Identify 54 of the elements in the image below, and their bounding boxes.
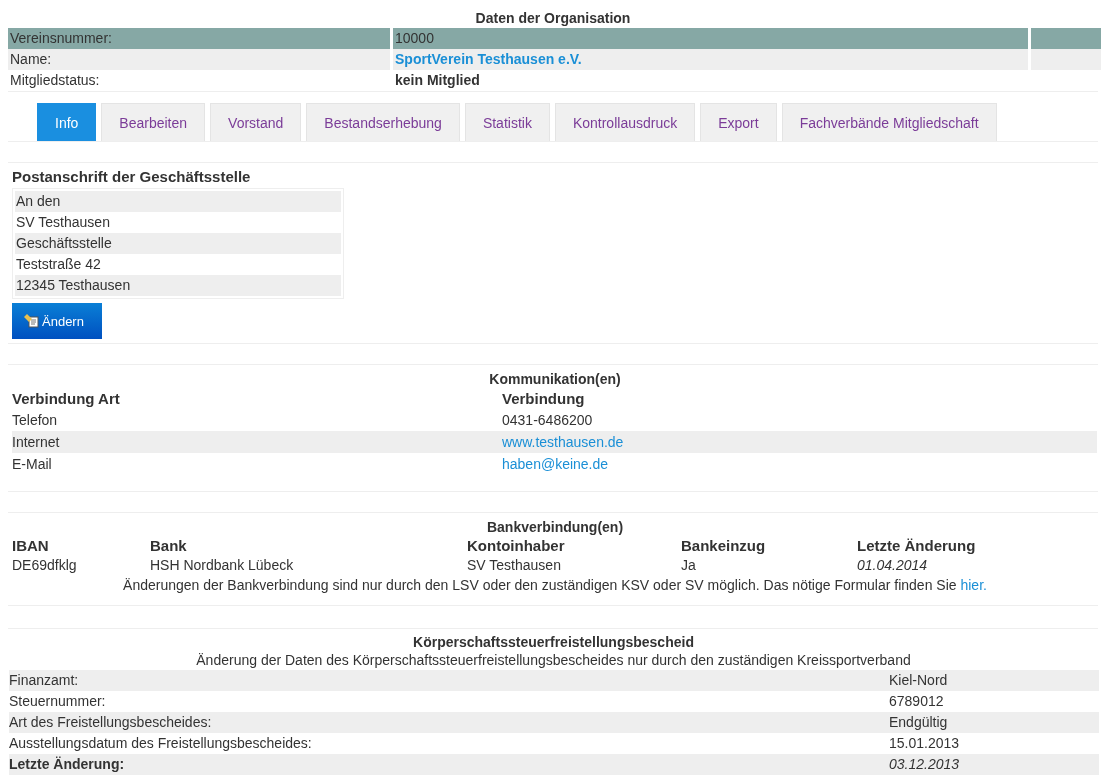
tab[interactable]: Vorstand bbox=[210, 103, 302, 141]
section-subtitle: Änderung der Daten des Körperschaftssteuerfreistellungsbescheides nur durch den zuständigen Kreissportverband bbox=[195, 651, 912, 670]
edit-document-icon bbox=[24, 314, 39, 328]
field-label: Ausstellungsdatum des Freistellungsbescheides: bbox=[9, 734, 313, 753]
table-cell-text: Ja bbox=[681, 556, 697, 575]
field-label: Vereinsnummer: bbox=[8, 28, 390, 49]
table-cell-text: Telefon bbox=[12, 411, 59, 430]
empty-cell bbox=[1031, 49, 1101, 70]
field-value: Kiel-Nord bbox=[889, 670, 1099, 691]
tab[interactable]: Bearbeiten bbox=[101, 103, 206, 141]
form-link[interactable]: hier. bbox=[960, 577, 987, 593]
field-label: Art des Freistellungsbescheides: bbox=[9, 712, 889, 733]
address-line: Teststraße 42 bbox=[15, 255, 102, 274]
field-value: kein Mitglied bbox=[394, 71, 481, 90]
column-header: Bank bbox=[150, 537, 188, 555]
column-header: Verbindung bbox=[502, 389, 586, 409]
field-value: 15.01.2013 bbox=[889, 734, 961, 753]
field-value: 10000 bbox=[393, 28, 1028, 49]
section-title: Daten der Organisation bbox=[474, 9, 632, 28]
table-cell-text: 01.04.2014 bbox=[857, 556, 929, 575]
field-value: 6789012 bbox=[889, 692, 945, 711]
field-label: Letzte Änderung: bbox=[9, 754, 889, 775]
edit-button[interactable]: Ändern bbox=[12, 303, 102, 339]
column-header: Kontoinhaber bbox=[467, 537, 566, 555]
tab[interactable]: Kontrollausdruck bbox=[554, 103, 696, 141]
table-cell-text: SV Testhausen bbox=[467, 556, 562, 575]
section-title: Körperschaftssteuerfreistellungsbescheid bbox=[412, 633, 695, 651]
field-label: Mitgliedstatus: bbox=[9, 71, 101, 90]
contact-link[interactable]: haben@keine.de bbox=[502, 456, 609, 472]
column-header: IBAN bbox=[12, 537, 50, 555]
table-cell-text: 0431-6486200 bbox=[502, 411, 594, 430]
column-header: Verbindung Art bbox=[12, 389, 121, 409]
field-label: Steuernummer: bbox=[9, 692, 107, 711]
section-title: Kommunikation(en) bbox=[488, 370, 622, 389]
table-cell-text: E-Mail bbox=[12, 455, 53, 474]
table-cell: Internet bbox=[12, 431, 502, 453]
field-value: 03.12.2013 bbox=[889, 754, 1099, 775]
tab[interactable]: Statistik bbox=[464, 103, 550, 141]
address-line: SV Testhausen bbox=[15, 213, 111, 232]
table-cell-text: HSH Nordbank Lübeck bbox=[150, 556, 295, 575]
column-header: Letzte Änderung bbox=[857, 537, 977, 555]
table-cell-text: DE69dfklg bbox=[12, 556, 78, 575]
column-header: Bankeinzug bbox=[681, 537, 767, 555]
tab[interactable]: Export bbox=[700, 103, 777, 141]
field-value: Endgültig bbox=[889, 712, 1099, 733]
tab[interactable]: Fachverbände Mitgliedschaft bbox=[781, 103, 997, 141]
field-label: Name: bbox=[8, 49, 390, 70]
info-text: Änderungen der Bankverbindung sind nur durch den LSV oder den zuständigen KSV oder SV möglich. Das nötige Formular finden Sie hier. bbox=[122, 576, 988, 595]
section-title: Postanschrift der Geschäftsstelle bbox=[12, 167, 252, 187]
tab[interactable]: Bestandserhebung bbox=[306, 103, 460, 141]
section-title: Bankverbindung(en) bbox=[485, 518, 625, 537]
empty-cell bbox=[1031, 28, 1101, 49]
field-label: Finanzamt: bbox=[9, 670, 889, 691]
tab[interactable]: Info bbox=[37, 103, 97, 141]
